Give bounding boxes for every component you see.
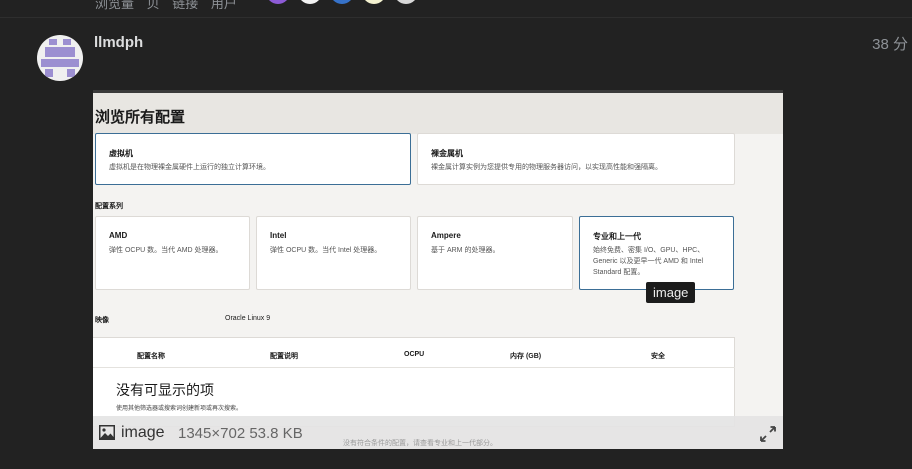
faded-hint: 没有符合条件的配置，请查看专业和上一代部分。 xyxy=(343,440,497,447)
card-title: 裸金属机 xyxy=(431,149,463,158)
post-time[interactable]: 38 分 xyxy=(872,33,908,54)
image-label: 映像 xyxy=(95,317,109,324)
card-desc: 始终免费、密集 I/O、GPU、HPC、 Generic 以及更早一代 AMD … xyxy=(593,245,704,278)
card-title: 专业和上一代 xyxy=(593,232,641,241)
empty-state-title: 没有可显示的项 xyxy=(116,383,214,399)
card-desc-line: Standard 配置。 xyxy=(593,269,645,276)
screenshot-header: 浏览所有配置 xyxy=(93,93,783,134)
participant-avatar[interactable] xyxy=(298,0,322,4)
table-header: OCPU xyxy=(404,351,425,358)
participant-avatars xyxy=(266,0,418,4)
image-info-bar: 没有符合条件的配置，请查看专业和上一代部分。 image 1345×702 53… xyxy=(93,416,783,449)
card-title: Ampere xyxy=(431,231,461,240)
shapes-table: 配置名称 配置说明 OCPU 内存 (GB) 安全 没有可显示的项 使用其他筛选… xyxy=(93,337,735,427)
image-filename: image xyxy=(121,424,165,441)
image-value: Oracle Linux 9 xyxy=(225,315,271,322)
participant-avatar[interactable] xyxy=(266,0,290,4)
card-desc: 基于 ARM 的处理器。 xyxy=(431,247,500,254)
stats-labels: 浏览量 贝 链接 用户 xyxy=(95,0,237,11)
table-divider xyxy=(93,367,735,368)
card-desc: 弹性 OCPU 数。当代 Intel 处理器。 xyxy=(270,247,382,254)
card-title: AMD xyxy=(109,231,128,240)
page-title: 浏览所有配置 xyxy=(95,109,186,126)
card-title: 虚拟机 xyxy=(109,149,133,158)
card-desc: 裸金属计算实例为您提供专用的物理服务器访问，以实现高性能和强隔离。 xyxy=(431,164,662,171)
series-card-specialty: 专业和上一代 始终免费、密集 I/O、GPU、HPC、 Generic 以及更早… xyxy=(579,216,734,290)
table-header: 安全 xyxy=(651,353,665,360)
table-header: 内存 (GB) xyxy=(510,353,542,360)
series-label: 配置系列 xyxy=(95,203,123,210)
card-desc-line: Generic 以及更早一代 AMD 和 Intel xyxy=(593,258,704,265)
card-desc: 弹性 OCPU 数。当代 AMD 处理器。 xyxy=(109,247,223,254)
tooltip: image xyxy=(646,282,696,303)
shape-card-vm: 虚拟机 虚拟机是在物理裸金属硬件上运行的独立计算环境。 xyxy=(95,133,411,185)
participant-avatar[interactable] xyxy=(330,0,354,4)
card-desc: 虚拟机是在物理裸金属硬件上运行的独立计算环境。 xyxy=(109,164,270,171)
post-stats-bar: 浏览量 贝 链接 用户 xyxy=(0,0,912,18)
series-card-intel: Intel 弹性 OCPU 数。当代 Intel 处理器。 xyxy=(256,216,411,290)
image-lightbox[interactable]: 浏览所有配置 虚拟机 虚拟机是在物理裸金属硬件上运行的独立计算环境。 裸金属机 … xyxy=(93,90,783,449)
image-meta: 1345×702 53.8 KB xyxy=(178,425,303,442)
series-card-amd: AMD 弹性 OCPU 数。当代 AMD 处理器。 xyxy=(95,216,250,290)
table-header: 配置名称 xyxy=(137,353,165,360)
participant-avatar[interactable] xyxy=(394,0,418,4)
card-title: Intel xyxy=(270,231,287,240)
table-header: 配置说明 xyxy=(270,353,298,360)
series-card-ampere: Ampere 基于 ARM 的处理器。 xyxy=(417,216,573,290)
avatar[interactable] xyxy=(37,35,83,81)
post-username[interactable]: llmdph xyxy=(94,34,143,51)
card-desc-line: 始终免费、密集 I/O、GPU、HPC、 xyxy=(593,247,705,254)
expand-icon[interactable] xyxy=(759,425,777,443)
participant-avatar[interactable] xyxy=(362,0,386,4)
shape-card-bare-metal: 裸金属机 裸金属计算实例为您提供专用的物理服务器访问，以实现高性能和强隔离。 xyxy=(417,133,735,185)
empty-state-desc: 使用其他筛选器或搜索词创建新项或再次搜索。 xyxy=(116,406,243,412)
image-icon xyxy=(99,425,115,440)
